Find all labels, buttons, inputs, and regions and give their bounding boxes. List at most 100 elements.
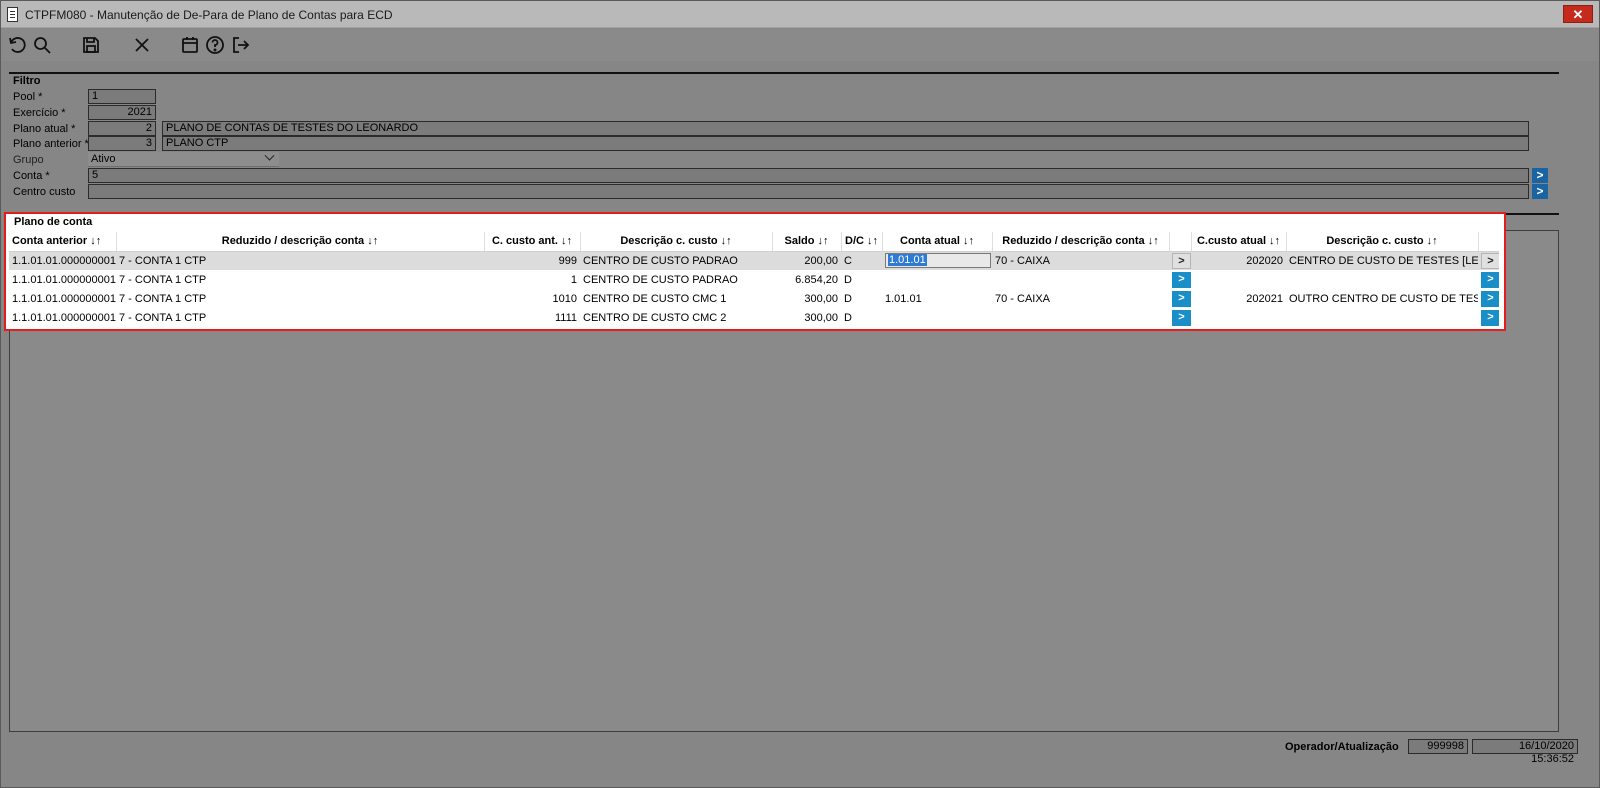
col-conta-anterior[interactable]: Conta anterior ↓↑ <box>9 232 116 252</box>
col-saldo[interactable]: Saldo ↓↑ <box>771 232 841 252</box>
table-row[interactable]: 1.1.01.01.000000001 7 - CONTA 1 CTP 999 … <box>9 251 1499 270</box>
cell-reduzido: 7 - CONTA 1 CTP <box>116 251 484 270</box>
exit-icon[interactable] <box>228 33 252 57</box>
cell-btn1: > <box>1169 270 1191 289</box>
col-dc[interactable]: D/C ↓↑ <box>840 232 882 252</box>
conta-atual-selected-text: 1.01.01 <box>888 254 927 267</box>
cancel-icon[interactable] <box>130 33 154 57</box>
centro-custo-field[interactable] <box>88 184 1529 199</box>
centro-custo-lookup-button[interactable]: > <box>1532 184 1548 199</box>
cell-desc-ccusto-atual <box>1286 308 1478 327</box>
cell-btn1: > <box>1169 308 1191 327</box>
col-conta-atual[interactable]: Conta atual ↓↑ <box>881 232 992 252</box>
atualizacao-field: 16/10/2020 15:36:52 <box>1472 739 1578 765</box>
pool-row: Pool * 1 <box>9 89 1589 105</box>
cell-reduzido: 7 - CONTA 1 CTP <box>119 292 207 305</box>
cell-btn1: > <box>1169 251 1191 270</box>
plano-title: Plano de conta <box>14 216 93 228</box>
col-descricao-ccusto[interactable]: Descrição c. custo ↓↑ <box>579 232 772 252</box>
ccusto-lookup-button[interactable]: > <box>1481 252 1499 269</box>
cell-btn2: > <box>1478 308 1499 327</box>
refresh-icon[interactable] <box>5 33 29 57</box>
conta-lookup-button[interactable]: > <box>1172 290 1191 307</box>
cell-conta-atual[interactable]: 1.01.01 <box>882 289 992 308</box>
conta-field[interactable]: 5 <box>88 168 1529 183</box>
close-button[interactable]: ✕ <box>1563 5 1593 23</box>
cell-conta-anterior: 1.1.01.01.000000001 <box>9 251 116 270</box>
col-reduzido-descricao-atual[interactable]: Reduzido / descrição conta ↓↑ <box>991 232 1169 252</box>
cell-desc-ccusto: CENTRO DE CUSTO PADRAO <box>580 251 772 270</box>
cell-saldo: 300,00 <box>804 292 838 305</box>
app-icon <box>7 7 18 22</box>
cell-ccusto-ant: 1111 <box>554 311 577 324</box>
cell-desc-ccusto: CENTRO DE CUSTO CMC 1 <box>583 292 727 305</box>
conta-atual-input[interactable]: 1.01.01 <box>885 253 991 269</box>
plano-de-conta-section: Plano de conta Conta anterior ↓↑ Reduzid… <box>4 212 1506 331</box>
col-reduzido-descricao[interactable]: Reduzido / descrição conta ↓↑ <box>115 232 484 252</box>
calendar-icon[interactable] <box>178 33 202 57</box>
cell-conta-atual[interactable] <box>882 308 992 327</box>
plano-atual-desc-field: PLANO DE CONTAS DE TESTES DO LEONARDO <box>162 121 1529 136</box>
conta-lookup-button[interactable]: > <box>1172 309 1191 326</box>
exercicio-field[interactable]: 2021 <box>88 105 156 120</box>
ccusto-lookup-button[interactable]: > <box>1481 309 1499 326</box>
cell-reduzido: 7 - CONTA 1 CTP <box>119 273 207 286</box>
plano-anterior-code-field[interactable]: 3 <box>88 136 156 151</box>
cell-reduzido-atual <box>992 270 1169 289</box>
conta-row: Conta * 5 > <box>9 168 1589 184</box>
plano-anterior-desc-field: PLANO CTP <box>162 136 1529 151</box>
save-icon[interactable] <box>79 33 103 57</box>
col-ccusto-atual[interactable]: C.custo atual ↓↑ <box>1190 232 1286 252</box>
grupo-label: Grupo <box>13 154 44 166</box>
conta-label: Conta * <box>13 170 50 182</box>
conta-lookup-button[interactable]: > <box>1532 168 1548 183</box>
cell-btn2: > <box>1478 270 1499 289</box>
conta-lookup-button[interactable]: > <box>1172 252 1191 269</box>
cell-dc: C <box>841 251 882 270</box>
help-icon[interactable] <box>203 33 227 57</box>
toolbar <box>1 29 1599 61</box>
cell-saldo: 300,00 <box>804 311 838 324</box>
cell-desc-ccusto: CENTRO DE CUSTO CMC 2 <box>583 311 727 324</box>
grupo-select-value: Ativo <box>91 153 116 165</box>
cell-conta-anterior: 1.1.01.01.000000001 <box>12 273 116 286</box>
table-row[interactable]: 1.1.01.01.000000001 7 - CONTA 1 CTP 1 CE… <box>9 270 1499 289</box>
cell-dc: D <box>844 292 852 305</box>
cell-conta-atual[interactable] <box>882 270 992 289</box>
plano-atual-row: Plano atual * 2 PLANO DE CONTAS DE TESTE… <box>9 121 1589 137</box>
pool-field[interactable]: 1 <box>88 89 156 104</box>
table-row[interactable]: 1.1.01.01.000000001 7 - CONTA 1 CTP 1010… <box>9 289 1499 308</box>
exercicio-label: Exercício * <box>13 107 66 119</box>
cell-dc: D <box>844 273 852 286</box>
pool-label: Pool * <box>13 91 43 103</box>
col-descricao-ccusto-atual[interactable]: Descrição c. custo ↓↑ <box>1285 232 1478 252</box>
grupo-select[interactable]: Ativo <box>88 150 279 167</box>
main-window: CTPFM080 - Manutenção de De-Para de Plan… <box>0 0 1600 788</box>
grid-top-divider <box>1505 213 1559 215</box>
title-bar: CTPFM080 - Manutenção de De-Para de Plan… <box>1 1 1599 28</box>
plano-atual-code-field[interactable]: 2 <box>88 121 156 136</box>
cell-desc-ccusto-atual <box>1286 270 1478 289</box>
plano-grid: Conta anterior ↓↑ Reduzido / descrição c… <box>9 232 1499 327</box>
cell-conta-atual[interactable]: 1.01.01 <box>882 251 992 270</box>
exercicio-row: Exercício * 2021 <box>9 105 1589 121</box>
cell-saldo: 200,00 <box>772 251 841 270</box>
search-icon[interactable] <box>30 33 54 57</box>
table-row[interactable]: 1.1.01.01.000000001 7 - CONTA 1 CTP 1111… <box>9 308 1499 327</box>
cell-ccusto-atual <box>1191 308 1286 327</box>
col-btn2 <box>1477 232 1499 252</box>
cell-reduzido-atual: 70 - CAIXA <box>995 292 1051 305</box>
conta-lookup-button[interactable]: > <box>1172 271 1191 288</box>
cell-ccusto-atual: 202021 <box>1246 292 1283 305</box>
cell-btn1: > <box>1169 289 1191 308</box>
filter-title: Filtro <box>13 75 41 87</box>
cell-ccusto-ant: 1010 <box>552 292 577 305</box>
ccusto-lookup-button[interactable]: > <box>1481 290 1499 307</box>
col-btn1 <box>1168 232 1191 252</box>
col-ccusto-ant[interactable]: C. custo ant. ↓↑ <box>483 232 580 252</box>
cell-reduzido-atual <box>992 308 1169 327</box>
ccusto-lookup-button[interactable]: > <box>1481 271 1499 288</box>
plano-anterior-row: Plano anterior * 3 PLANO CTP <box>9 136 1589 152</box>
centro-custo-row: Centro custo > <box>9 184 1589 200</box>
cell-reduzido-atual: 70 - CAIXA <box>992 251 1169 270</box>
